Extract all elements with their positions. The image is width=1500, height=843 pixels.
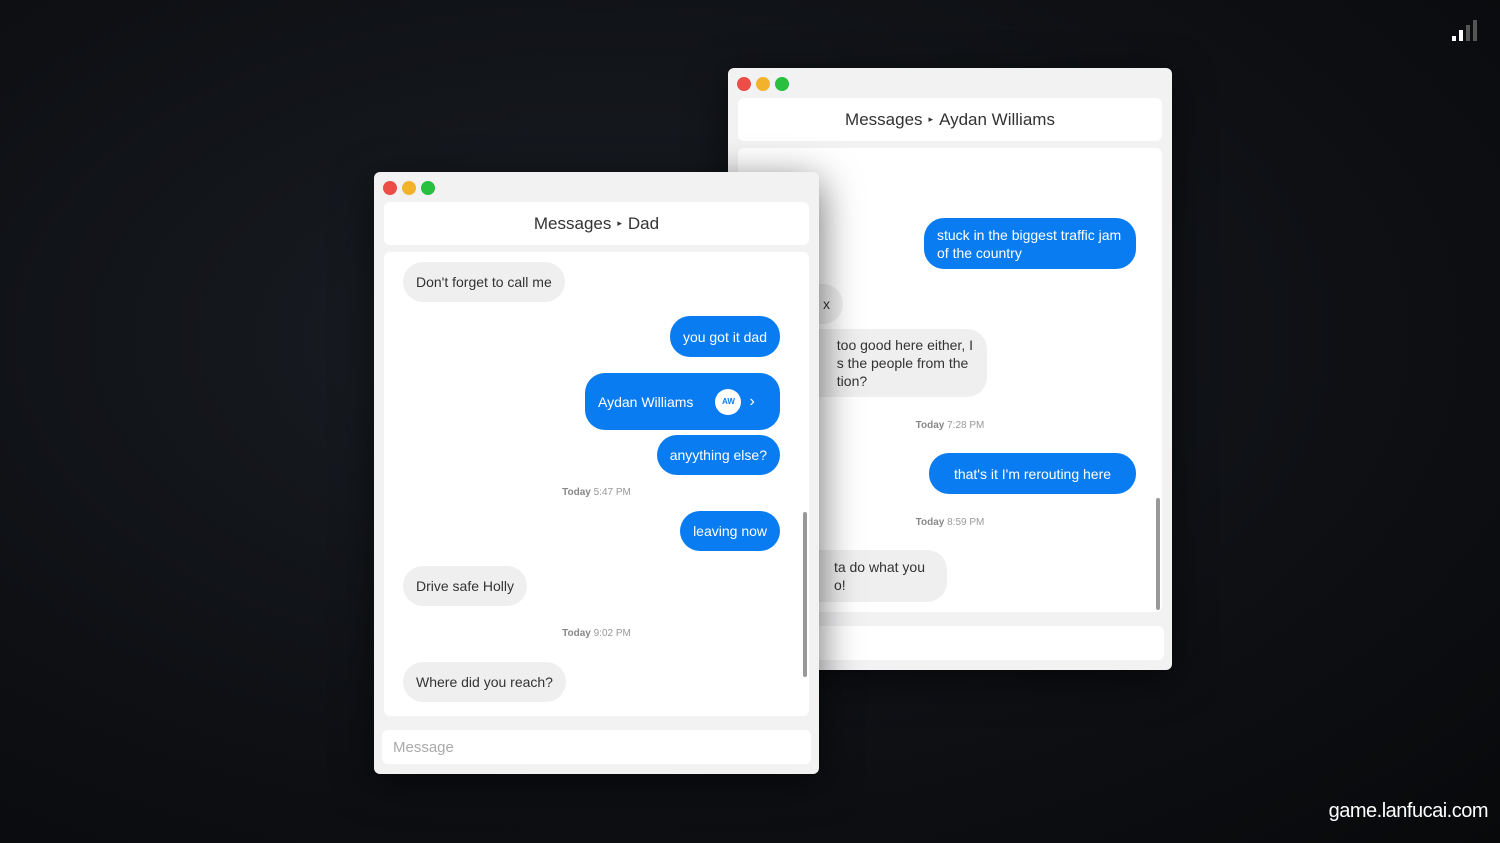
message-bubble: Where did you reach? — [403, 662, 566, 702]
breadcrumb-separator-icon: ▸ — [617, 218, 622, 228]
close-button[interactable] — [383, 181, 397, 195]
watermark: game.lanfucai.com — [1328, 800, 1489, 822]
close-button[interactable] — [737, 77, 751, 91]
app-title: Messages — [533, 213, 612, 233]
contact-card-bubble[interactable]: Aydan Williams AW › — [585, 373, 780, 430]
signal-bars-icon — [1452, 20, 1477, 41]
message-bubble: Don't forget to call me — [403, 262, 565, 302]
window-header: Messages ▸ Aydan Williams — [738, 98, 1162, 141]
message-bubble: anyything else? — [656, 435, 780, 475]
message-bubble: leaving now — [680, 511, 780, 551]
message-list[interactable]: Don't forget to call me you got it dad A… — [384, 252, 809, 716]
chevron-right-icon: › — [749, 392, 755, 410]
app-title: Messages — [845, 109, 923, 129]
maximize-button[interactable] — [775, 77, 789, 91]
contact-name: Aydan Williams — [939, 109, 1055, 129]
avatar: AW — [715, 388, 742, 415]
window-header: Messages ▸ Dad — [384, 202, 809, 245]
scrollbar[interactable] — [803, 512, 807, 677]
minimize-button[interactable] — [402, 181, 416, 195]
window-controls — [737, 77, 789, 91]
message-input[interactable]: Message — [382, 730, 811, 764]
scrollbar[interactable] — [1156, 498, 1160, 610]
contact-card-name: Aydan Williams — [598, 393, 694, 410]
window-controls — [383, 181, 435, 195]
message-bubble: that's it I'm rerouting here — [929, 453, 1136, 494]
message-bubble: you got it dad — [669, 316, 780, 357]
message-bubble: stuck in the biggest traffic jam of the … — [924, 218, 1136, 269]
timestamp: Today 9:02 PM — [562, 628, 631, 639]
contact-name: Dad — [627, 213, 660, 233]
minimize-button[interactable] — [756, 77, 770, 91]
timestamp: Today 5:47 PM — [562, 487, 631, 498]
breadcrumb-separator-icon: ▸ — [928, 114, 934, 124]
message-bubble: Drive safe Holly — [403, 566, 528, 606]
maximize-button[interactable] — [421, 181, 435, 195]
front-messages-window: Messages ▸ Dad Don't forget to call me y… — [374, 172, 819, 774]
